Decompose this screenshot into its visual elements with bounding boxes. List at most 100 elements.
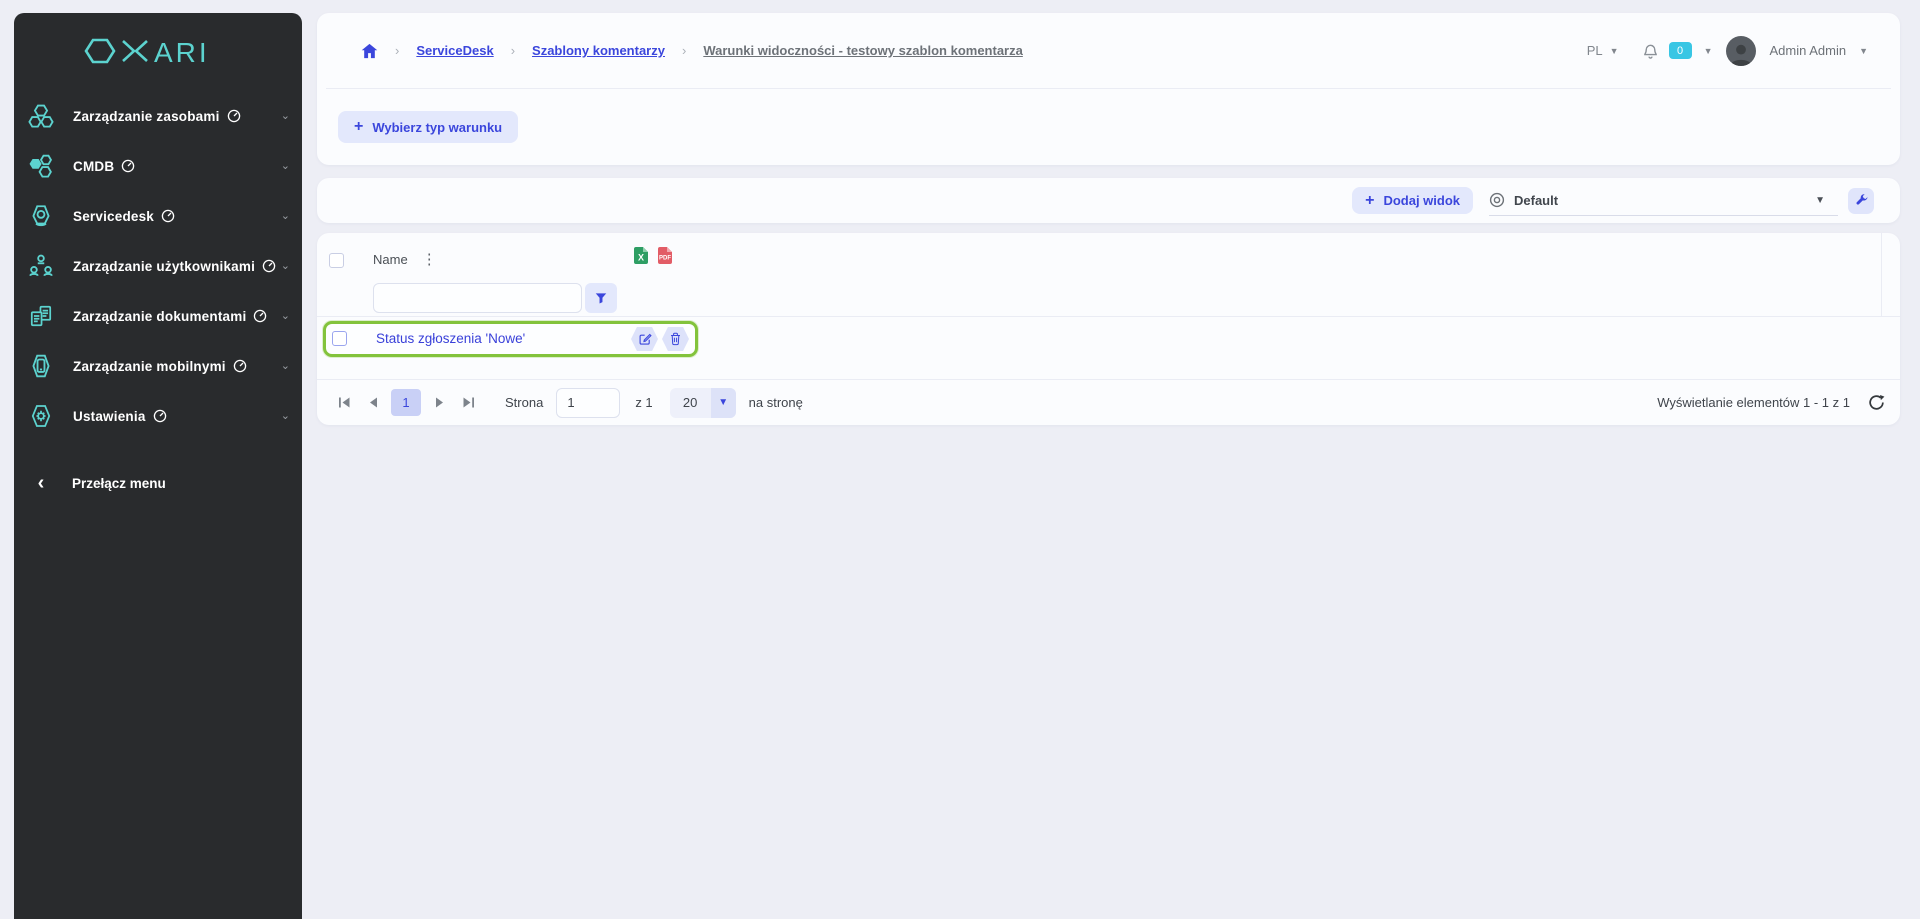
sidebar: ARI Zarządzanie zasobami ⌄ CMDB ⌄ Servic… — [14, 13, 302, 919]
notification-badge[interactable]: 0 — [1668, 42, 1692, 59]
chevron-down-icon[interactable]: ▼ — [1704, 46, 1713, 56]
svg-text:X: X — [638, 253, 644, 263]
sidebar-item-label: Zarządzanie użytkownikami — [73, 258, 256, 274]
chevron-down-icon: ⌄ — [280, 359, 290, 372]
table-row-highlighted[interactable]: Status zgłoszenia 'Nowe' — [323, 321, 698, 357]
conditions-grid-card: Name ⋮ X PDF Status zgłoszenia 'Nowe' 1 … — [317, 233, 1900, 425]
sidebar-item-ustawienia[interactable]: Ustawienia ⌄ — [14, 391, 302, 441]
sidebar-item-servicedesk[interactable]: Servicedesk ⌄ — [14, 191, 302, 241]
add-view-label: Dodaj widok — [1383, 193, 1460, 208]
breadcrumb-separator: › — [681, 43, 687, 58]
wrench-icon — [1854, 193, 1869, 208]
choose-condition-type-button[interactable]: + Wybierz typ warunku — [338, 111, 519, 143]
breadcrumb-link-servicedesk[interactable]: ServiceDesk — [416, 43, 493, 58]
home-icon[interactable] — [361, 43, 378, 59]
page-size-value: 20 — [682, 395, 698, 410]
svg-text:ARI: ARI — [154, 37, 210, 67]
last-page-button[interactable] — [457, 392, 479, 414]
chevron-down-icon: ▼ — [710, 387, 736, 418]
page-of-total: z 1 — [635, 395, 653, 410]
gauge-icon — [262, 259, 276, 273]
view-toolbar-card: + Dodaj widok Default ▼ — [317, 178, 1900, 223]
sidebar-item-zarzadzanie-uzytkownikami[interactable]: Zarządzanie użytkownikami ⌄ — [14, 241, 302, 291]
gauge-icon — [233, 359, 247, 373]
name-filter-input[interactable] — [373, 283, 582, 313]
documents-icon — [28, 303, 54, 329]
sidebar-item-zarzadzanie-mobilnymi[interactable]: Zarządzanie mobilnymi ⌄ — [14, 341, 302, 391]
sidebar-item-label: Zarządzanie mobilnymi — [73, 358, 226, 374]
edit-row-button[interactable] — [631, 327, 658, 351]
chevron-left-icon: ‹ — [37, 471, 45, 494]
gauge-icon — [121, 159, 135, 173]
cmdb-icon — [28, 153, 54, 179]
sidebar-item-label: Zarządzanie dokumentami — [73, 308, 247, 324]
previous-page-button[interactable] — [362, 392, 384, 414]
sidebar-item-cmdb[interactable]: CMDB ⌄ — [14, 141, 302, 191]
view-settings-button[interactable] — [1848, 187, 1874, 214]
language-selector[interactable]: PL — [1587, 43, 1603, 58]
column-menu-icon[interactable]: ⋮ — [422, 252, 437, 267]
svg-text:PDF: PDF — [659, 256, 671, 262]
chevron-down-icon[interactable]: ▼ — [1859, 46, 1868, 56]
mobile-icon — [28, 353, 54, 379]
assets-icon — [28, 103, 54, 129]
servicedesk-icon — [28, 203, 54, 229]
view-select-value: Default — [1514, 192, 1559, 208]
first-page-button[interactable] — [333, 392, 355, 414]
grid-header: Name ⋮ X PDF — [317, 233, 1900, 317]
refresh-button[interactable] — [1867, 393, 1886, 412]
menu-toggle-label: Przełącz menu — [72, 475, 166, 491]
plus-icon: + — [354, 118, 364, 135]
view-icon — [1489, 192, 1505, 208]
chevron-down-icon: ⌄ — [280, 109, 290, 122]
gauge-icon — [253, 309, 267, 323]
delete-row-button[interactable] — [662, 327, 689, 351]
page-number-button[interactable]: 1 — [391, 389, 421, 416]
header-card: › ServiceDesk › Szablony komentarzy › Wa… — [317, 13, 1900, 165]
funnel-icon — [594, 291, 608, 305]
view-select[interactable]: Default ▼ — [1489, 186, 1838, 216]
gauge-icon — [227, 109, 241, 123]
select-all-checkbox[interactable] — [329, 253, 344, 268]
row-checkbox[interactable] — [332, 331, 347, 346]
sidebar-item-zarzadzanie-zasobami[interactable]: Zarządzanie zasobami ⌄ — [14, 91, 302, 141]
breadcrumb-separator: › — [510, 43, 516, 58]
export-excel-icon[interactable]: X — [633, 246, 649, 265]
items-summary: Wyświetlanie elementów 1 - 1 z 1 — [1657, 395, 1850, 410]
menu-toggle-button[interactable]: ‹ Przełącz menu — [14, 461, 302, 505]
sidebar-item-label: CMDB — [73, 158, 115, 174]
name-column-header[interactable]: Name — [373, 252, 408, 267]
breadcrumb-link-szablony-komentarzy[interactable]: Szablony komentarzy — [532, 43, 665, 58]
breadcrumb: › ServiceDesk › Szablony komentarzy › Wa… — [361, 43, 1023, 59]
oxari-logo: ARI — [14, 35, 302, 67]
chevron-down-icon: ⌄ — [280, 159, 290, 172]
page-size-select[interactable]: 20 ▼ — [669, 387, 736, 418]
settings-icon — [28, 403, 54, 429]
chevron-down-icon: ⌄ — [280, 409, 290, 422]
export-pdf-icon[interactable]: PDF — [657, 246, 673, 265]
add-view-button[interactable]: + Dodaj widok — [1352, 187, 1473, 214]
next-page-button[interactable] — [428, 392, 450, 414]
choose-condition-type-label: Wybierz typ warunku — [372, 119, 503, 135]
filter-button[interactable] — [585, 283, 617, 313]
divider — [1881, 233, 1882, 317]
row-name-link[interactable]: Status zgłoszenia 'Nowe' — [376, 331, 525, 346]
sidebar-item-zarzadzanie-dokumentami[interactable]: Zarządzanie dokumentami ⌄ — [14, 291, 302, 341]
chevron-down-icon: ⌄ — [280, 209, 290, 222]
page-number-input[interactable] — [556, 387, 621, 418]
user-name[interactable]: Admin Admin — [1769, 43, 1846, 58]
chevron-down-icon[interactable]: ▼ — [1610, 46, 1619, 56]
breadcrumb-separator: › — [395, 43, 400, 58]
chevron-down-icon: ⌄ — [280, 309, 290, 322]
edit-icon — [638, 332, 652, 346]
sidebar-item-label: Servicedesk — [73, 208, 155, 224]
bell-icon[interactable] — [1642, 42, 1659, 60]
grid-pager: 1 Strona z 1 20 ▼ na stronę Wyświetlanie… — [317, 379, 1900, 425]
page-label: Strona — [505, 395, 544, 410]
breadcrumb-current: Warunki widoczności - testowy szablon ko… — [703, 43, 1023, 58]
gauge-icon — [153, 409, 167, 423]
avatar[interactable] — [1726, 35, 1757, 66]
plus-icon: + — [1365, 191, 1375, 209]
per-page-label: na stronę — [748, 395, 803, 410]
view-toolbar: + Dodaj widok Default ▼ — [1352, 186, 1874, 216]
